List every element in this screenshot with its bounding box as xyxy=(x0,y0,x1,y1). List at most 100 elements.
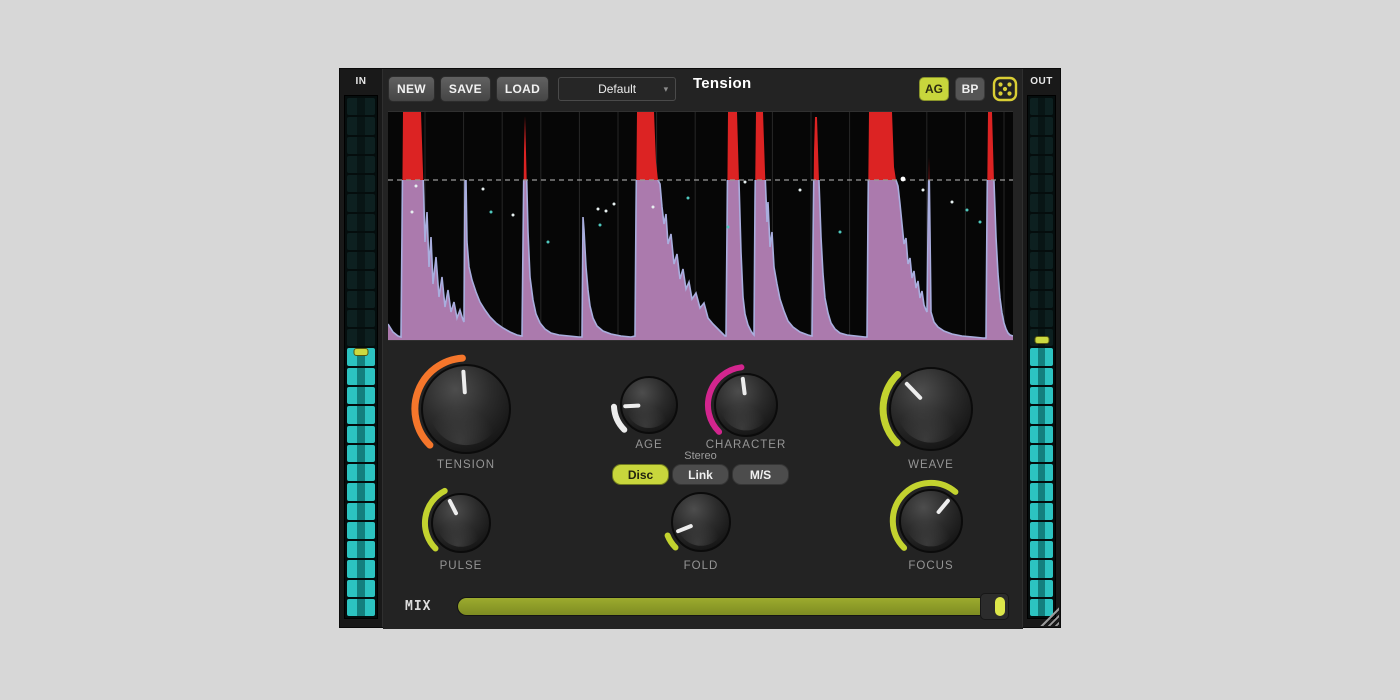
meter-segment xyxy=(1030,348,1053,365)
meter-segment xyxy=(347,156,375,173)
sparkle-dot xyxy=(687,197,690,200)
meter-segment xyxy=(347,252,375,269)
meter-segment xyxy=(347,560,375,577)
meter-segment xyxy=(347,483,375,500)
meter-segment xyxy=(347,310,375,327)
meter-segment xyxy=(1030,445,1053,462)
character-knob-pointer xyxy=(743,379,745,394)
tension-knob-label: TENSION xyxy=(437,459,495,471)
meter-segment xyxy=(1030,541,1053,558)
meter-segment xyxy=(1030,368,1053,385)
meter-segment xyxy=(1030,387,1053,404)
input-peak-indicator xyxy=(354,348,369,356)
plugin-window: IN NEW SAVE LOAD Default ▾ AG BP xyxy=(339,68,1061,628)
main-panel: NEW SAVE LOAD Default ▾ AG BP xyxy=(383,69,1023,629)
age-knob[interactable]: AGE xyxy=(614,377,677,451)
chevron-down-icon: ▾ xyxy=(664,84,669,95)
focus-knob-label: FOCUS xyxy=(908,560,953,572)
mix-slider[interactable] xyxy=(457,597,1009,616)
meter-segment xyxy=(1030,156,1053,173)
stereo-mode-buttons: Disc Link M/S xyxy=(612,464,789,485)
meter-segment xyxy=(1030,117,1053,134)
output-meter: OUT xyxy=(1022,69,1060,627)
meter-segment xyxy=(347,541,375,558)
input-meter: IN xyxy=(340,69,383,627)
randomize-button[interactable] xyxy=(991,76,1018,102)
meter-segment xyxy=(1030,233,1053,250)
meter-segment xyxy=(1030,464,1053,481)
meter-segment xyxy=(347,194,375,211)
meter-segment xyxy=(347,522,375,539)
output-peak-indicator xyxy=(1034,336,1049,344)
meter-segment xyxy=(347,464,375,481)
sparkle-dot xyxy=(415,185,418,188)
mix-fill xyxy=(458,598,1009,615)
meter-segment xyxy=(347,291,375,308)
pulse-knob[interactable]: PULSE xyxy=(425,491,490,572)
age-knob-pointer xyxy=(625,406,638,407)
character-knob[interactable]: CHARACTER xyxy=(706,367,787,451)
meter-segment xyxy=(347,271,375,288)
preset-dropdown[interactable]: Default ▾ xyxy=(558,77,676,101)
meter-segment xyxy=(347,387,375,404)
stereo-mode-ms[interactable]: M/S xyxy=(732,464,789,485)
sparkle-dot xyxy=(605,210,608,213)
meter-segment xyxy=(1030,522,1053,539)
page-title: Tension xyxy=(693,75,752,92)
sparkle-dot xyxy=(744,181,747,184)
sparkle-dot xyxy=(979,221,982,224)
meter-segment xyxy=(1030,252,1053,269)
new-button[interactable]: NEW xyxy=(388,76,435,102)
toolbar-right: AG BP xyxy=(919,76,1018,102)
meter-segment xyxy=(347,503,375,520)
ag-toggle-button[interactable]: AG xyxy=(919,77,949,101)
load-button[interactable]: LOAD xyxy=(496,76,549,102)
bp-toggle-button[interactable]: BP xyxy=(955,77,985,101)
sparkle-dot xyxy=(482,188,485,191)
sparkle-dot xyxy=(411,211,414,214)
pulse-knob-label: PULSE xyxy=(440,560,483,572)
sparkle-dot xyxy=(652,206,655,209)
sparkle-dot xyxy=(613,203,616,206)
meter-segment xyxy=(347,580,375,597)
mix-label: MIX xyxy=(393,599,457,614)
meter-segment xyxy=(1030,291,1053,308)
fold-knob-label: FOLD xyxy=(684,560,719,572)
stereo-section-label: Stereo xyxy=(612,450,789,462)
tension-knob[interactable]: TENSION xyxy=(415,358,510,471)
focus-knob[interactable]: FOCUS xyxy=(893,483,962,572)
mix-handle-pill xyxy=(995,597,1005,616)
sparkle-dot xyxy=(547,241,550,244)
preset-value: Default xyxy=(598,82,636,96)
stereo-mode-disc[interactable]: Disc xyxy=(612,464,669,485)
weave-knob[interactable]: WEAVE xyxy=(883,368,972,471)
sparkle-dot xyxy=(839,231,842,234)
meter-segment xyxy=(347,445,375,462)
sparkle-dot xyxy=(599,224,602,227)
save-button[interactable]: SAVE xyxy=(440,76,491,102)
meter-segment xyxy=(1030,137,1053,154)
sparkle-dot xyxy=(951,201,954,204)
meter-segment xyxy=(347,175,375,192)
dice-icon xyxy=(992,76,1018,102)
meter-segment xyxy=(347,214,375,231)
meter-segment xyxy=(347,599,375,616)
meter-segment xyxy=(1030,483,1053,500)
meter-segment xyxy=(347,406,375,423)
fold-knob[interactable]: FOLD xyxy=(668,493,730,572)
meter-segment xyxy=(1030,560,1053,577)
sparkle-dot xyxy=(922,189,925,192)
sparkle-dot xyxy=(512,214,515,217)
meter-segment xyxy=(1030,426,1053,443)
output-meter-label: OUT xyxy=(1023,69,1060,93)
tension-knob-pointer xyxy=(463,372,464,393)
sparkle-dot xyxy=(966,209,969,212)
meter-segment xyxy=(1030,194,1053,211)
meter-segment xyxy=(1030,214,1053,231)
meter-segment xyxy=(1030,310,1053,327)
sparkle-dot xyxy=(727,226,730,229)
mix-slider-handle[interactable] xyxy=(980,593,1009,620)
stereo-mode-link[interactable]: Link xyxy=(672,464,729,485)
input-meter-label: IN xyxy=(340,69,382,93)
sparkle-dot xyxy=(799,189,802,192)
